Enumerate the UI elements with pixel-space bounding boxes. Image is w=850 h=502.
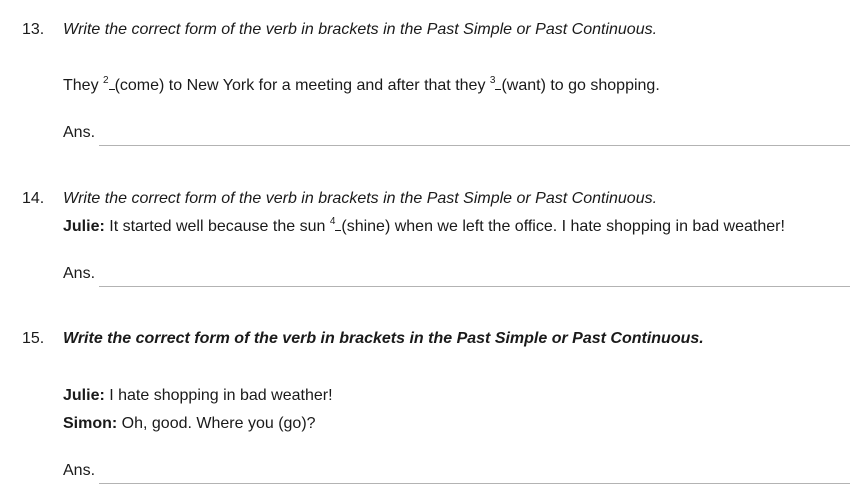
question-instruction: Write the correct form of the verb in br… xyxy=(63,190,658,207)
dialogue-line: Julie: I hate shopping in bad weather! xyxy=(63,386,333,406)
question-number: 15. xyxy=(22,330,45,347)
answer-field-14[interactable] xyxy=(99,286,850,287)
dialogue-text: I hate shopping in bad weather! xyxy=(104,387,333,404)
answer-field-13[interactable] xyxy=(99,145,850,146)
sentence-part: (shine) when we left the office. I hate … xyxy=(341,218,785,235)
question-number: 14. xyxy=(22,190,45,207)
speaker-name: Simon: xyxy=(63,415,118,432)
sentence-part: They xyxy=(63,77,104,94)
question-number: 13. xyxy=(22,21,45,38)
answer-label: Ans. xyxy=(63,462,96,479)
question-instruction: Write the correct form of the verb in br… xyxy=(63,21,658,38)
question-instruction: Write the correct form of the verb in br… xyxy=(63,330,704,347)
dialogue-line: Simon: Oh, good. Where you (go)? xyxy=(63,414,316,434)
answer-field-15[interactable] xyxy=(99,483,850,484)
question-14-sentence: Julie: It started well because the sun 4… xyxy=(63,217,785,237)
answer-label: Ans. xyxy=(63,265,96,282)
sentence-part: It started well because the sun xyxy=(104,218,330,235)
sentence-part: (come) to New York for a meeting and aft… xyxy=(114,77,490,94)
answer-label: Ans. xyxy=(63,124,96,141)
speaker-name: Julie: xyxy=(63,218,105,235)
question-13-sentence: They 2 (come) to New York for a meeting a… xyxy=(63,76,660,96)
speaker-name: Julie: xyxy=(63,387,105,404)
dialogue-text: Oh, good. Where you (go)? xyxy=(117,415,316,432)
sentence-part: (want) to go shopping. xyxy=(501,77,660,94)
